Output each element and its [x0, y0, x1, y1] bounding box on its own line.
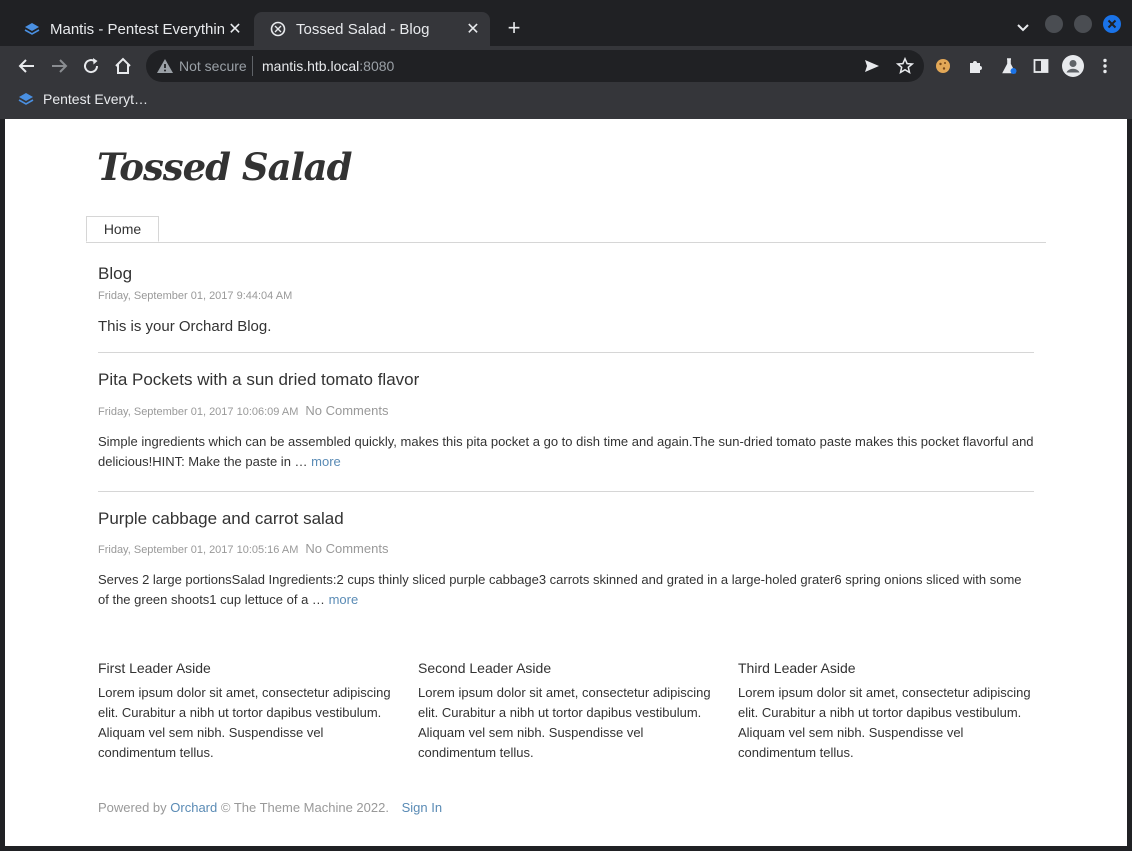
post-excerpt-text: Serves 2 large portionsSalad Ingredients…: [98, 572, 1022, 607]
orchard-link[interactable]: Orchard: [170, 800, 217, 815]
close-icon[interactable]: ✕: [224, 19, 246, 39]
aside-first: First Leader Aside Lorem ipsum dolor sit…: [98, 660, 398, 763]
flask-icon[interactable]: [999, 56, 1019, 76]
reload-button[interactable]: [79, 54, 103, 78]
aside-text: Lorem ipsum dolor sit amet, consectetur …: [418, 685, 711, 760]
post-meta: Friday, September 01, 2017 10:05:16 AM N…: [98, 541, 1034, 556]
post-excerpt: Simple ingredients which can be assemble…: [98, 432, 1034, 472]
divider: [98, 491, 1034, 492]
tab-tossed-salad[interactable]: Tossed Salad - Blog ✕: [254, 12, 490, 46]
tab-mantis[interactable]: Mantis - Pentest Everything ✕: [8, 12, 252, 46]
url-port: :8080: [359, 58, 395, 74]
minimize-button[interactable]: [1045, 15, 1063, 33]
side-panel-icon[interactable]: [1031, 56, 1051, 76]
post-comments: No Comments: [305, 403, 389, 418]
web-page: Tossed Salad Home Blog Friday, September…: [5, 119, 1127, 846]
main-menu: Home: [86, 216, 1046, 243]
sign-in-link[interactable]: Sign In: [402, 800, 442, 815]
arrow-right-icon: [52, 59, 68, 73]
more-link[interactable]: more: [311, 454, 341, 469]
bookmark-item[interactable]: Pentest Everyt…: [18, 91, 148, 107]
close-window-button[interactable]: [1103, 15, 1121, 33]
maximize-button[interactable]: [1074, 15, 1092, 33]
post-title[interactable]: Pita Pockets with a sun dried tomato fla…: [98, 370, 1034, 390]
more-link[interactable]: more: [329, 592, 359, 607]
puzzle-icon[interactable]: [966, 56, 986, 76]
profile-avatar-icon[interactable]: [1062, 55, 1084, 77]
arrow-left-icon: [18, 59, 34, 73]
url-text[interactable]: mantis.htb.local:8080: [262, 57, 394, 75]
send-icon[interactable]: [862, 56, 882, 76]
orchard-icon: [270, 21, 286, 37]
post-title[interactable]: Purple cabbage and carrot salad: [98, 509, 1034, 529]
aside-text: Lorem ipsum dolor sit amet, consectetur …: [738, 685, 1031, 760]
star-icon[interactable]: [895, 56, 915, 76]
home-button[interactable]: [111, 54, 135, 78]
security-label[interactable]: Not secure: [179, 57, 247, 75]
divider: [252, 56, 253, 76]
cookie-extension-icon[interactable]: [933, 56, 953, 76]
home-icon: [115, 57, 131, 74]
kebab-menu-icon[interactable]: [1095, 56, 1115, 76]
aside-third: Third Leader Aside Lorem ipsum dolor sit…: [738, 660, 1038, 763]
aside-title: Second Leader Aside: [418, 660, 552, 676]
forward-button[interactable]: [47, 54, 71, 78]
post-comments: No Comments: [305, 541, 389, 556]
tab-title: Mantis - Pentest Everything: [50, 20, 224, 38]
post-meta: Friday, September 01, 2017 10:06:09 AM N…: [98, 403, 1034, 418]
footer-powered-by: Powered by: [98, 800, 167, 815]
footer-copyright: © The Theme Machine 2022.: [220, 800, 389, 815]
tab-title: Tossed Salad - Blog: [296, 20, 430, 38]
url-host: mantis.htb.local: [262, 58, 360, 74]
blog-heading: Blog: [98, 264, 1034, 284]
post-date: Friday, September 01, 2017 10:06:09 AM: [98, 406, 299, 418]
chevron-down-icon[interactable]: [1012, 16, 1034, 38]
warning-icon[interactable]: [156, 57, 174, 75]
page-title: Blog: [98, 264, 133, 283]
close-icon[interactable]: ✕: [462, 19, 484, 39]
layers-icon: [18, 91, 34, 107]
bookmark-label: Pentest Everyt…: [43, 91, 149, 107]
post-date: Friday, September 01, 2017 10:05:16 AM: [98, 544, 299, 556]
footer: Powered by Orchard © The Theme Machine 2…: [98, 800, 442, 815]
post-excerpt: Serves 2 large portionsSalad Ingredients…: [98, 570, 1034, 610]
aside-title: First Leader Aside: [98, 660, 211, 676]
divider: [98, 352, 1034, 353]
back-button[interactable]: [15, 54, 39, 78]
menu-item-home[interactable]: Home: [86, 216, 159, 242]
new-tab-button[interactable]: +: [500, 14, 528, 42]
browser-chrome: Mantis - Pentest Everything ✕ Tossed Sal…: [0, 0, 1132, 119]
post-excerpt-text: Simple ingredients which can be assemble…: [98, 434, 1034, 469]
blog-date: Friday, September 01, 2017 9:44:04 AM: [98, 290, 293, 302]
layers-icon: [24, 21, 40, 37]
aside-text: Lorem ipsum dolor sit amet, consectetur …: [98, 685, 391, 760]
site-title[interactable]: Tossed Salad: [97, 145, 353, 189]
blog-intro: This is your Orchard Blog.: [98, 318, 272, 335]
aside-title: Third Leader Aside: [738, 660, 856, 676]
tab-strip: Mantis - Pentest Everything ✕ Tossed Sal…: [0, 0, 1132, 46]
aside-second: Second Leader Aside Lorem ipsum dolor si…: [418, 660, 718, 763]
reload-icon: [84, 58, 99, 74]
